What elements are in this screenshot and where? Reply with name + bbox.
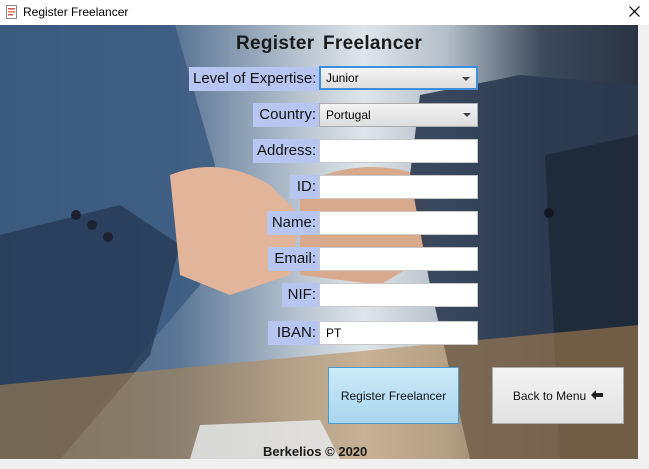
address-label: Address: (253, 139, 319, 163)
window-border (638, 25, 649, 459)
expertise-value: Junior (326, 71, 359, 85)
email-label: Email: (268, 247, 319, 271)
address-field[interactable] (319, 139, 478, 163)
email-field[interactable] (319, 247, 478, 271)
country-dropdown[interactable]: Portugal (319, 103, 478, 127)
register-button[interactable]: Register Freelancer (328, 367, 459, 424)
form-heading: Register Freelancer (236, 33, 423, 54)
back-to-menu-button[interactable]: Back to Menu (492, 367, 624, 424)
nif-label: NIF: (282, 283, 319, 307)
id-field[interactable] (319, 175, 478, 199)
chevron-down-icon (463, 113, 471, 117)
window-title: Register Freelancer (23, 5, 129, 19)
expertise-label: Level of Expertise: (189, 67, 319, 91)
close-icon (628, 4, 640, 22)
document-icon (6, 5, 17, 19)
id-label: ID: (290, 175, 319, 199)
name-field[interactable] (319, 211, 478, 235)
chevron-down-icon (462, 77, 470, 81)
nif-field[interactable] (319, 283, 478, 307)
title-bar: Register Freelancer (0, 0, 649, 25)
iban-field[interactable]: PT (319, 321, 478, 345)
left-arrow-icon (591, 388, 604, 403)
country-value: Portugal (326, 108, 371, 122)
name-label: Name: (267, 211, 319, 235)
window-border (0, 459, 649, 469)
back-button-label: Back to Menu (512, 388, 587, 403)
register-button-label: Register Freelancer (340, 388, 447, 403)
country-label: Country: (253, 103, 319, 127)
expertise-dropdown[interactable]: Junior (319, 66, 478, 90)
iban-label: IBAN: (268, 321, 319, 345)
copyright-footer: Berkelios © 2020 (263, 444, 368, 459)
close-button[interactable] (619, 0, 649, 25)
